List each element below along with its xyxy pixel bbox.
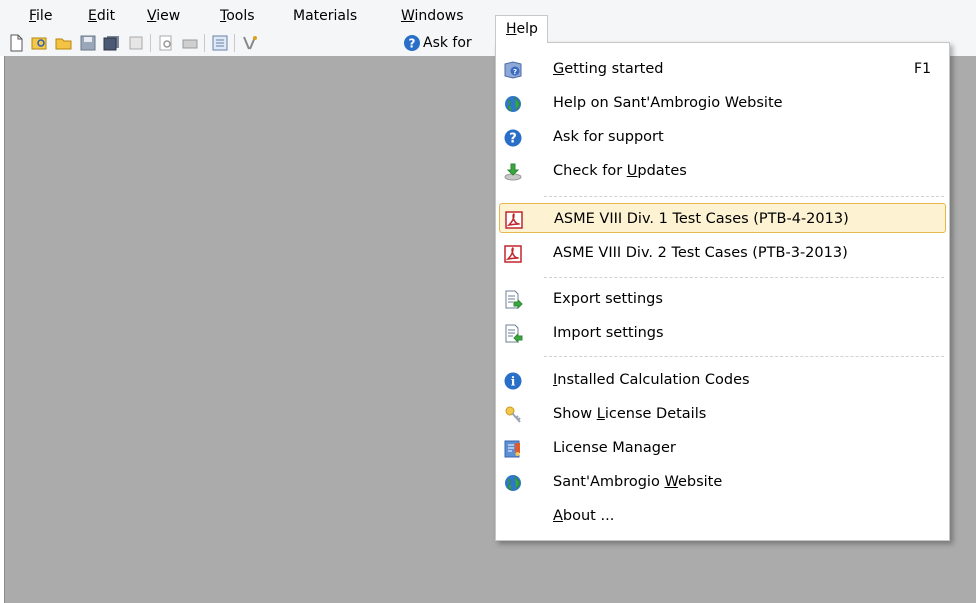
save-all-icon[interactable] (102, 33, 122, 53)
menu-item-ask-for-support[interactable]: ? Ask for support (499, 122, 946, 152)
calculator-icon[interactable] (210, 33, 230, 53)
download-icon (503, 162, 523, 182)
menu-item-asme-div1-test-cases[interactable]: ASME VIII Div. 1 Test Cases (PTB-4-2013) (499, 203, 946, 233)
menu-item-help-on-website[interactable]: Help on Sant'Ambrogio Website (499, 88, 946, 118)
menu-item-about[interactable]: About ... (499, 501, 946, 531)
info-icon: i (503, 371, 523, 391)
svg-text:i: i (511, 375, 516, 389)
help-dropdown-menu: ? Getting started F1 Help on Sant'Ambrog… (495, 42, 950, 541)
menu-edit[interactable]: Edit (88, 8, 115, 30)
license-manager-icon (503, 439, 523, 459)
export-icon (503, 290, 523, 310)
print-preview-icon[interactable] (156, 33, 176, 53)
menu-item-check-for-updates[interactable]: Check for Updates (499, 156, 946, 186)
key-icon (503, 405, 523, 425)
toolbar-separator (234, 34, 235, 52)
menu-help[interactable]: Help (495, 15, 548, 43)
menu-separator (544, 356, 944, 357)
svg-text:?: ? (509, 132, 517, 147)
pdf-icon (503, 244, 523, 264)
menu-separator (544, 196, 944, 197)
ask-for-button-label[interactable]: Ask for (423, 33, 472, 53)
menu-item-license-manager[interactable]: License Manager (499, 433, 946, 463)
menu-item-import-settings[interactable]: Import settings (499, 318, 946, 348)
globe-icon (503, 473, 523, 493)
menu-view[interactable]: View (147, 8, 180, 30)
menu-item-export-settings[interactable]: Export settings (499, 284, 946, 314)
open-preview-icon[interactable] (30, 33, 50, 53)
menu-tools[interactable]: Tools (220, 8, 255, 30)
new-document-icon[interactable] (6, 33, 26, 53)
import-icon (503, 324, 523, 344)
menu-item-santambrogio-website[interactable]: Sant'Ambrogio Website (499, 467, 946, 497)
menu-materials[interactable]: Materials (293, 8, 357, 30)
tools-icon[interactable] (240, 33, 260, 53)
menu-item-installed-calculation-codes[interactable]: i Installed Calculation Codes (499, 365, 946, 395)
menu-item-getting-started[interactable]: ? Getting started F1 (499, 54, 946, 84)
help-book-icon: ? (503, 60, 523, 80)
toolbar-separator (150, 34, 151, 52)
menu-separator (544, 277, 944, 278)
menu-bar: File Edit View Tools Materials Windows H… (0, 0, 976, 43)
save-icon[interactable] (78, 33, 98, 53)
question-icon: ? (503, 128, 523, 148)
toolbar-separator (204, 34, 205, 52)
menu-file[interactable]: File (29, 8, 52, 30)
svg-text:?: ? (513, 68, 517, 76)
open-folder-icon[interactable] (54, 33, 74, 53)
pdf-icon (504, 210, 524, 230)
menu-item-show-license-details[interactable]: Show License Details (499, 399, 946, 429)
globe-icon (503, 94, 523, 114)
properties-icon[interactable] (126, 33, 146, 53)
print-icon[interactable] (180, 33, 200, 53)
shortcut-label: F1 (914, 61, 931, 77)
svg-text:?: ? (409, 37, 416, 51)
help-question-icon[interactable]: ? (402, 33, 422, 53)
menu-windows[interactable]: Windows (401, 8, 464, 30)
menu-item-asme-div2-test-cases[interactable]: ASME VIII Div. 2 Test Cases (PTB-3-2013) (499, 238, 946, 268)
